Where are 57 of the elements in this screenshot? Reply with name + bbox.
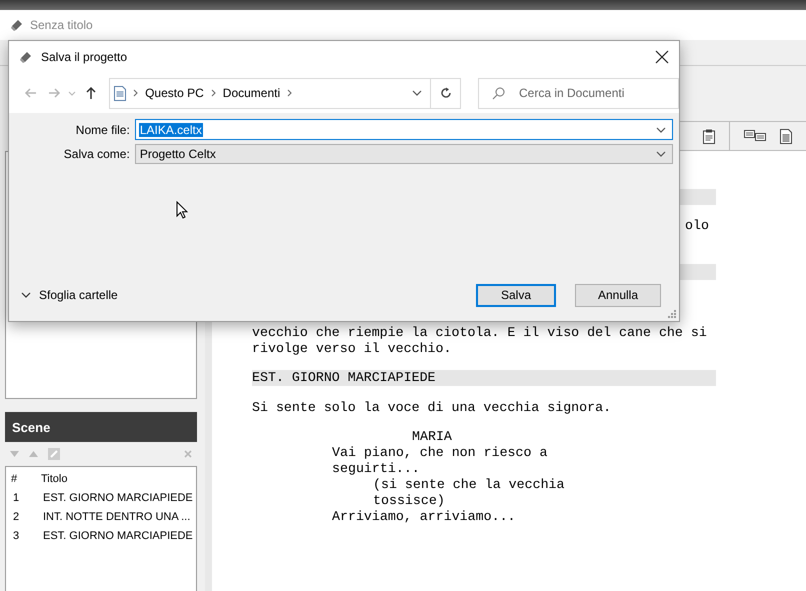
action-text: Si sente solo la voce di una vecchia signora. xyxy=(252,400,612,415)
file-type-dropdown[interactable]: Progetto Celtx xyxy=(134,144,673,164)
move-up-icon[interactable] xyxy=(29,451,38,457)
field-label: Nome file: xyxy=(74,122,131,136)
breadcrumb-separator-icon xyxy=(210,89,216,97)
search-field[interactable]: Cerca in Documenti xyxy=(478,78,679,108)
parenthetical-text: tossisce) xyxy=(373,493,445,508)
caret-icon xyxy=(68,90,76,96)
document-icon[interactable] xyxy=(780,128,792,144)
chevron-down-icon xyxy=(656,126,666,132)
scene-title[interactable]: EST. GIORNO MARCIAPIEDE xyxy=(41,530,196,549)
breadcrumb-separator-icon xyxy=(133,89,138,97)
action-text: vecchio che riempie la ciotola. E il viso del cane che si xyxy=(252,325,707,340)
dialogue-text: seguirti... xyxy=(332,461,420,476)
move-down-icon[interactable] xyxy=(10,451,19,457)
column-header: Titolo xyxy=(41,473,68,487)
dialogue-text: Arriviamo, arriviamo... xyxy=(332,509,516,524)
document-icon xyxy=(114,86,126,100)
close-icon xyxy=(655,50,669,64)
refresh-icon xyxy=(440,87,452,99)
breadcrumb[interactable]: Documenti xyxy=(222,86,280,100)
mouse-pointer-icon xyxy=(176,201,188,219)
scene-title[interactable]: INT. NOTTE DENTRO UNA ... xyxy=(41,511,196,530)
refresh-button[interactable] xyxy=(431,78,461,108)
address-bar[interactable]: Questo PC Documenti xyxy=(109,78,432,108)
scene-number: 2 xyxy=(12,511,20,525)
comments-icon[interactable] xyxy=(744,130,766,142)
resize-grip-icon[interactable] xyxy=(668,310,676,318)
file-name-field[interactable]: LAIKA.celtx xyxy=(134,119,673,140)
close-icon[interactable] xyxy=(184,450,192,458)
clipboard-icon[interactable] xyxy=(703,128,715,144)
dialog-title: Salva il progetto xyxy=(41,50,128,64)
scenes-panel-title: Scene xyxy=(5,412,197,442)
app-icon xyxy=(19,50,33,64)
app-icon xyxy=(10,18,24,32)
column-header: # xyxy=(11,473,18,487)
scene-heading: EST. GIORNO MARCIAPIEDE xyxy=(252,370,716,386)
chevron-down-icon xyxy=(656,151,666,157)
dialogue-text: Vai piano, che non riesco a xyxy=(332,445,548,460)
action-text: olo xyxy=(685,218,709,233)
breadcrumb[interactable]: Questo PC xyxy=(145,86,204,100)
character-name: MARIA xyxy=(412,429,452,444)
browse-folders-toggle[interactable]: Sfoglia cartelle xyxy=(21,288,118,302)
window-title: Senza titolo xyxy=(30,18,93,32)
field-label: Salva come: xyxy=(62,147,131,161)
scene-title[interactable]: EST. GIORNO MARCIAPIEDE xyxy=(41,492,196,511)
edit-icon[interactable] xyxy=(48,448,60,460)
chevron-down-icon xyxy=(21,292,31,298)
chevron-down-icon xyxy=(412,90,422,96)
cancel-button[interactable]: Annulla xyxy=(575,284,661,306)
parenthetical-text: (si sente che la vecchia xyxy=(373,477,565,492)
search-icon xyxy=(492,86,505,100)
scene-number: 3 xyxy=(12,530,20,544)
save-button[interactable]: Salva xyxy=(476,284,556,306)
breadcrumb-separator-icon xyxy=(287,89,292,97)
action-text: rivolge verso il vecchio. xyxy=(252,341,452,356)
scene-number: 1 xyxy=(12,492,20,506)
